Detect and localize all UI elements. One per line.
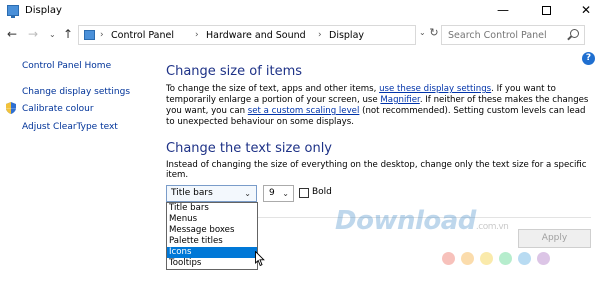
navigation-bar: ← → ⌄ ↑ › Control Panel › Hardware and S…	[0, 22, 600, 48]
help-icon[interactable]: ?	[582, 52, 595, 65]
search-icon[interactable]	[570, 29, 579, 38]
item-select[interactable]: Title bars ⌄	[166, 185, 257, 202]
breadcrumb-separator[interactable]: ›	[100, 30, 104, 40]
dropdown-option[interactable]: Tooltips	[167, 258, 257, 269]
sidebar-item-change-display-settings[interactable]: Change display settings	[22, 87, 130, 97]
mouse-cursor-icon	[255, 251, 265, 267]
maximize-button[interactable]	[526, 0, 566, 22]
sidebar-item-adjust-cleartype-text[interactable]: Adjust ClearType text	[22, 122, 118, 132]
custom-scaling-link[interactable]: set a custom scaling level	[248, 106, 360, 116]
close-button[interactable]: ✕	[566, 0, 600, 22]
breadcrumb-separator[interactable]: ›	[195, 30, 199, 40]
bold-checkbox[interactable]	[299, 188, 309, 198]
dropdown-option[interactable]: Title bars	[167, 203, 257, 214]
refresh-icon[interactable]: ↻	[427, 26, 441, 40]
search-box[interactable]	[441, 25, 585, 45]
item-dropdown-list: Title bars Menus Message boxes Palette titl…	[166, 202, 258, 270]
display-app-icon	[7, 5, 19, 18]
forward-arrow-icon[interactable]: →	[28, 27, 38, 41]
back-arrow-icon[interactable]: ←	[7, 27, 17, 41]
recent-locations-chevron-icon[interactable]: ⌄	[49, 30, 56, 39]
breadcrumb-separator[interactable]: ›	[318, 30, 322, 40]
size-description: To change the size of text, apps and oth…	[166, 84, 589, 127]
up-arrow-icon[interactable]: ↑	[63, 27, 73, 41]
text-size-description: Instead of changing the size of everythi…	[166, 160, 587, 180]
dropdown-option[interactable]: Message boxes	[167, 225, 257, 236]
dropdown-option[interactable]: Palette titles	[167, 236, 257, 247]
chevron-down-icon: ⌄	[282, 189, 289, 198]
breadcrumb-hardware-and-sound[interactable]: Hardware and Sound	[206, 30, 306, 41]
watermark-dot	[518, 252, 531, 265]
window-title: Display	[25, 5, 62, 16]
watermark-dot	[461, 252, 474, 265]
address-dropdown-chevron-icon[interactable]: ⌄	[419, 28, 426, 37]
download-watermark: Download.com.vn	[335, 206, 509, 236]
apply-button[interactable]: Apply	[518, 229, 591, 248]
bold-label[interactable]: Bold	[312, 187, 332, 197]
item-select-value: Title bars	[171, 188, 213, 198]
sidebar-item-calibrate-colour[interactable]: Calibrate colour	[22, 104, 94, 114]
watermark-dot	[442, 252, 455, 265]
title-bar: Display — ✕	[0, 0, 600, 22]
heading-change-text-size-only: Change the text size only	[166, 141, 332, 156]
display-settings-link[interactable]: use these display settings	[379, 84, 491, 94]
breadcrumb-control-panel[interactable]: Control Panel	[111, 30, 174, 41]
dropdown-option[interactable]: Icons	[167, 247, 257, 258]
magnifier-link[interactable]: Magnifier	[380, 95, 419, 105]
control-panel-icon	[84, 30, 95, 40]
watermark-dot	[537, 252, 550, 265]
font-size-value: 9	[269, 188, 275, 198]
sidebar-item-control-panel-home[interactable]: Control Panel Home	[22, 61, 111, 71]
minimize-button[interactable]: —	[483, 0, 523, 22]
font-size-select[interactable]: 9 ⌄	[263, 185, 294, 202]
chevron-down-icon: ⌄	[244, 189, 251, 198]
search-input[interactable]	[442, 26, 568, 44]
dropdown-option[interactable]: Menus	[167, 214, 257, 225]
address-bar[interactable]: › Control Panel › Hardware and Sound › D…	[78, 25, 416, 45]
breadcrumb-display[interactable]: Display	[329, 30, 364, 41]
heading-change-size-of-items: Change size of items	[166, 64, 303, 79]
watermark-dot	[480, 252, 493, 265]
watermark-dot	[499, 252, 512, 265]
shield-icon	[6, 102, 16, 114]
maximize-icon	[541, 6, 551, 15]
